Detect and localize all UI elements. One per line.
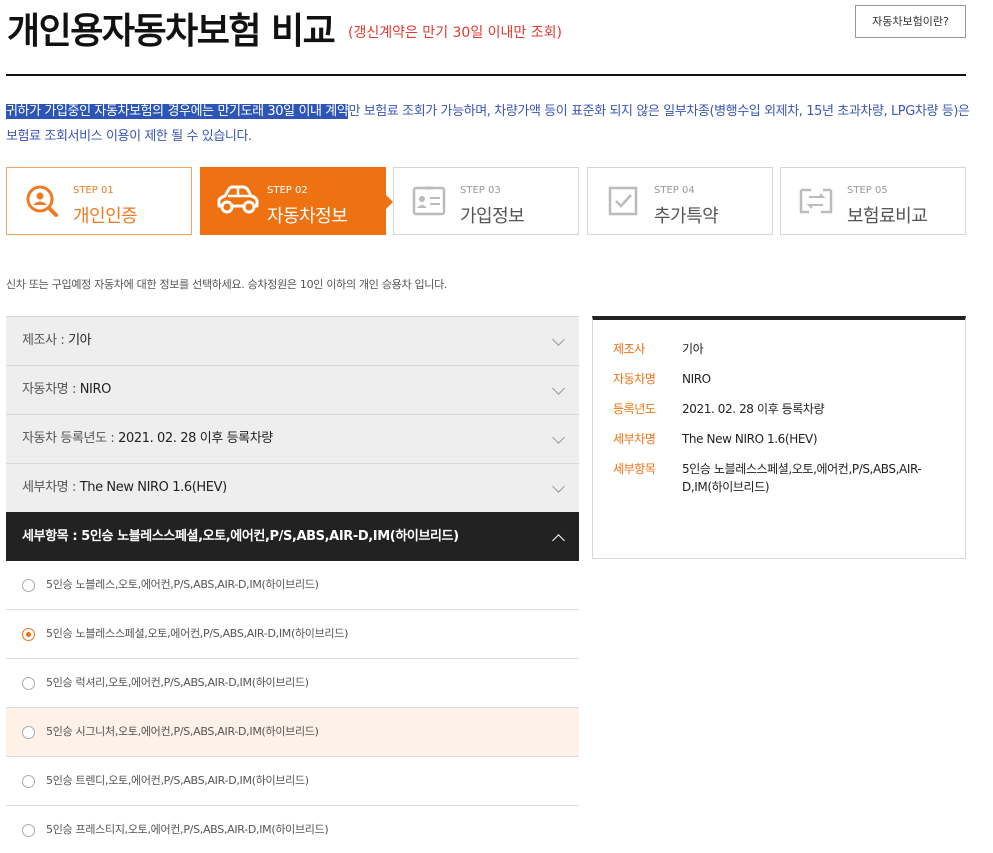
- radio-button[interactable]: [22, 824, 35, 837]
- summary-key: 등록년도: [613, 402, 656, 416]
- step-1: STEP 01 개인인증: [6, 167, 192, 235]
- detail-model-value: The New NIRO 1.6(HEV): [79, 480, 227, 495]
- summary-row: 자동차명 NIRO: [613, 370, 945, 388]
- chevron-down-icon: [552, 431, 565, 444]
- selection-summary: 제조사 기아 자동차명 NIRO 등록년도 2021. 02. 28 이후 등록…: [592, 316, 966, 559]
- manufacturer-select[interactable]: 제조사 : 기아: [6, 316, 579, 365]
- option-label: 5인승 노블레스스페셜,오토,에어컨,P/S,ABS,AIR-D,IM(하이브리…: [46, 627, 349, 640]
- vehicle-accordion: 제조사 : 기아 자동차명 : NIRO 자동차 등록년도 : 2021. 02…: [6, 316, 579, 853]
- option-item[interactable]: 5인승 노블레스스페셜,오토,에어컨,P/S,ABS,AIR-D,IM(하이브리…: [6, 610, 579, 659]
- summary-value: 기아: [682, 342, 704, 356]
- registration-year-key: 자동차 등록년도 :: [22, 431, 119, 446]
- radio-button[interactable]: [22, 628, 35, 641]
- chevron-down-icon: [552, 382, 565, 395]
- id-card-icon: [412, 186, 446, 216]
- car-name-select[interactable]: 자동차명 : NIRO: [6, 365, 579, 414]
- summary-value: 2021. 02. 28 이후 등록차량: [682, 402, 825, 416]
- option-label: 5인승 노블레스,오토,에어컨,P/S,ABS,AIR-D,IM(하이브리드): [46, 578, 319, 591]
- summary-value: The New NIRO 1.6(HEV): [682, 432, 818, 446]
- option-label: 5인승 트렌디,오토,에어컨,P/S,ABS,AIR-D,IM(하이브리드): [46, 774, 309, 787]
- option-item[interactable]: 5인승 시그니처,오토,에어컨,P/S,ABS,AIR-D,IM(하이브리드): [6, 708, 579, 757]
- step-4-label: 추가특약: [654, 206, 719, 227]
- option-label: 5인승 프레스티지,오토,에어컨,P/S,ABS,AIR-D,IM(하이브리드): [46, 823, 329, 836]
- summary-value: NIRO: [682, 372, 711, 386]
- registration-year-value: 2021. 02. 28 이후 등록차량: [118, 431, 273, 446]
- step-3: STEP 03 가입정보: [393, 167, 579, 235]
- chevron-down-icon: [552, 480, 565, 493]
- title-divider: [6, 74, 966, 76]
- step-1-number: STEP 01: [73, 185, 114, 196]
- title-note: (갱신계약은 만기 30일 이내만 조회): [348, 25, 562, 41]
- option-label: 5인승 시그니처,오토,에어컨,P/S,ABS,AIR-D,IM(하이브리드): [46, 725, 319, 738]
- summary-key: 제조사: [613, 342, 645, 356]
- manufacturer-key: 제조사 :: [22, 333, 69, 348]
- step-2-label: 자동차정보: [267, 206, 348, 227]
- radio-button[interactable]: [22, 775, 35, 788]
- option-item[interactable]: 5인승 프레스티지,오토,에어컨,P/S,ABS,AIR-D,IM(하이브리드): [6, 806, 579, 853]
- car-icon: [217, 185, 259, 214]
- detail-model-select[interactable]: 세부차명 : The New NIRO 1.6(HEV): [6, 463, 579, 512]
- car-name-value: NIRO: [79, 382, 112, 397]
- detail-model-key: 세부차명 :: [22, 480, 80, 495]
- step-1-label: 개인인증: [73, 206, 138, 227]
- option-item[interactable]: 5인승 럭셔리,오토,에어컨,P/S,ABS,AIR-D,IM(하이브리드): [6, 659, 579, 708]
- step-2-number: STEP 02: [267, 185, 308, 196]
- notice-text: 귀하가 가입중인 자동차보험의 경우에는 만기도래 30일 이내 계약만 보험료…: [6, 99, 974, 149]
- option-label: 5인승 럭셔리,오토,에어컨,P/S,ABS,AIR-D,IM(하이브리드): [46, 676, 309, 689]
- detail-item-key: 세부항목 :: [22, 529, 82, 544]
- step-5: STEP 05 보험료비교: [780, 167, 966, 235]
- summary-row: 세부차명 The New NIRO 1.6(HEV): [613, 430, 945, 448]
- car-name-key: 자동차명 :: [22, 382, 80, 397]
- detail-item-select[interactable]: 세부항목 : 5인승 노블레스스페셜,오토,에어컨,P/S,ABS,AIR-D,…: [6, 512, 579, 561]
- person-search-icon: [26, 185, 58, 217]
- step-2: STEP 02 자동차정보: [200, 167, 393, 235]
- compare-icon: [799, 188, 833, 214]
- summary-row: 제조사 기아: [613, 340, 945, 358]
- summary-key: 세부차명: [613, 432, 656, 446]
- what-is-car-insurance-button[interactable]: 자동차보험이란?: [855, 5, 966, 38]
- detail-item-value: 5인승 노블레스스페셜,오토,에어컨,P/S,ABS,AIR-D,IM(하이브리…: [81, 529, 459, 544]
- summary-row: 등록년도 2021. 02. 28 이후 등록차량: [613, 400, 945, 418]
- option-item[interactable]: 5인승 노블레스,오토,에어컨,P/S,ABS,AIR-D,IM(하이브리드): [6, 561, 579, 610]
- page-title: 개인용자동차보험 비교: [7, 11, 336, 52]
- active-step-arrow: [385, 194, 393, 210]
- step-5-label: 보험료비교: [847, 206, 928, 227]
- chevron-down-icon: [552, 333, 565, 346]
- step-4: STEP 04 추가특약: [587, 167, 773, 235]
- step-3-label: 가입정보: [460, 206, 525, 227]
- registration-year-select[interactable]: 자동차 등록년도 : 2021. 02. 28 이후 등록차량: [6, 414, 579, 463]
- step-3-number: STEP 03: [460, 185, 501, 196]
- summary-key: 세부항목: [613, 462, 656, 476]
- summary-row: 세부항목 5인승 노블레스스페셜,오토,에어컨,P/S,ABS,AIR-D,IM…: [613, 460, 945, 496]
- radio-button[interactable]: [22, 677, 35, 690]
- summary-value: 5인승 노블레스스페셜,오토,에어컨,P/S,ABS,AIR-D,IM(하이브리…: [682, 462, 922, 494]
- step-4-number: STEP 04: [654, 185, 695, 196]
- radio-button[interactable]: [22, 726, 35, 739]
- manufacturer-value: 기아: [68, 333, 92, 348]
- summary-key: 자동차명: [613, 372, 656, 386]
- chevron-up-icon: [552, 534, 565, 547]
- step-5-number: STEP 05: [847, 185, 888, 196]
- option-item[interactable]: 5인승 트렌디,오토,에어컨,P/S,ABS,AIR-D,IM(하이브리드): [6, 757, 579, 806]
- checkbox-icon: [608, 186, 638, 216]
- notice-highlight: 귀하가 가입중인 자동차보험의 경우에는 만기도래 30일 이내 계약: [6, 104, 349, 119]
- guide-text: 신차 또는 구입예정 자동차에 대한 정보를 선택하세요. 승차정원은 10인 …: [6, 278, 448, 291]
- radio-button[interactable]: [22, 579, 35, 592]
